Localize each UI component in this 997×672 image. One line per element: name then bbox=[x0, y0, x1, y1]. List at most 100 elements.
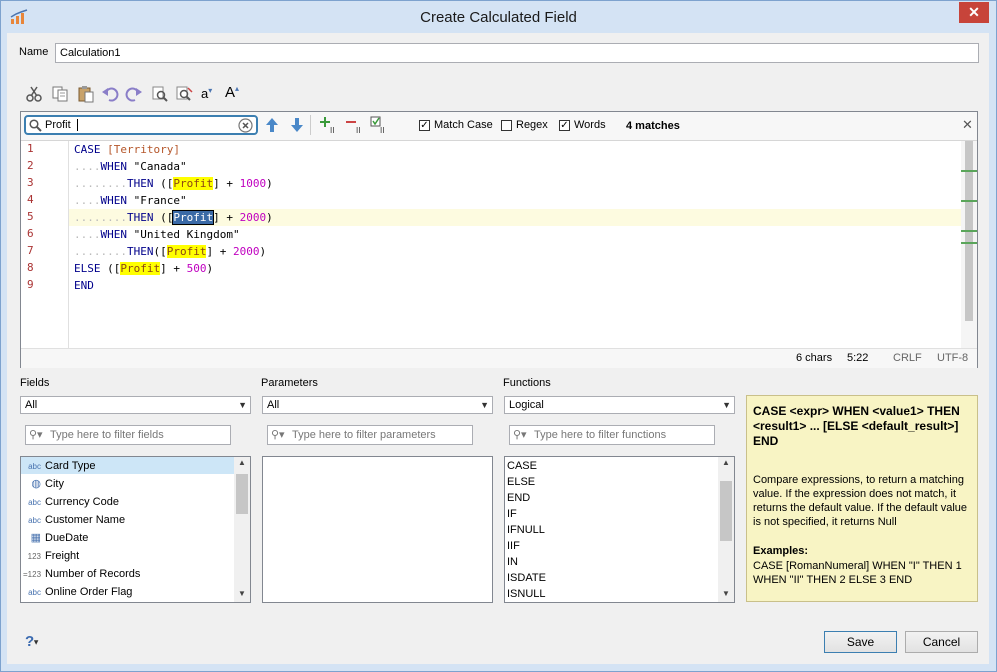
function-signature: CASE <expr> WHEN <value1> THEN <result1>… bbox=[753, 404, 960, 448]
regex-checkbox[interactable] bbox=[501, 120, 512, 131]
select-all-matches-icon[interactable]: II bbox=[370, 116, 388, 134]
increase-font-icon[interactable]: A▴ bbox=[225, 84, 243, 102]
scroll-down-icon[interactable]: ▼ bbox=[238, 589, 246, 598]
remove-cursor-icon[interactable]: II bbox=[345, 116, 363, 134]
chevron-down-icon: ▼ bbox=[722, 400, 731, 410]
match-marker bbox=[961, 170, 977, 172]
words-label: Words bbox=[574, 119, 606, 131]
save-button[interactable]: Save bbox=[824, 631, 897, 653]
scroll-up-icon[interactable]: ▲ bbox=[238, 458, 246, 467]
add-cursor-icon[interactable]: II bbox=[319, 116, 337, 134]
string-type-icon: abc bbox=[28, 588, 41, 597]
parameters-type-combo[interactable]: All ▼ bbox=[262, 396, 493, 414]
functions-filter-input[interactable]: ⚲▾ Type here to filter functions bbox=[509, 425, 715, 445]
dialog-window: Create Calculated Field ✕ Name Calculati… bbox=[0, 0, 997, 672]
svg-text:II: II bbox=[330, 126, 334, 134]
code-line: ........THEN([Profit] + 2000) bbox=[74, 245, 267, 258]
parameters-list[interactable] bbox=[262, 456, 493, 603]
find-next-icon[interactable] bbox=[290, 117, 304, 133]
decrease-font-icon[interactable]: a▾ bbox=[201, 86, 219, 104]
scroll-down-icon[interactable]: ▼ bbox=[722, 589, 730, 598]
copy-icon[interactable] bbox=[51, 85, 69, 103]
search-icon: ⚲▾ bbox=[513, 429, 527, 441]
fields-scrollbar[interactable]: ▲ ▼ bbox=[234, 457, 250, 602]
search-icon: ⚲▾ bbox=[271, 429, 285, 441]
functions-list[interactable]: CASE ELSE END IF IFNULL IIF IN ISDATE IS… bbox=[504, 456, 735, 603]
match-case-label: Match Case bbox=[434, 119, 493, 131]
functions-scrollbar-thumb[interactable] bbox=[720, 481, 732, 541]
list-item[interactable]: ▦ DueDate bbox=[23, 529, 89, 547]
scissors-icon[interactable] bbox=[25, 85, 43, 103]
svg-text:II: II bbox=[380, 126, 384, 134]
parameters-combo-value: All bbox=[267, 399, 280, 411]
function-description: Compare expressions, to return a matchin… bbox=[753, 474, 968, 528]
selection-char-count: 6 chars bbox=[796, 352, 833, 364]
fields-filter-input[interactable]: ⚲▾ Type here to filter fields bbox=[25, 425, 231, 445]
replace-icon[interactable] bbox=[175, 85, 193, 103]
number-type-icon: 123 bbox=[27, 552, 41, 561]
list-item[interactable]: 123 Freight bbox=[23, 547, 80, 565]
cancel-button[interactable]: Cancel bbox=[905, 631, 978, 653]
list-item[interactable]: ◍ City bbox=[23, 475, 64, 493]
line-number: 3 bbox=[27, 176, 34, 189]
formula-editor[interactable]: Profit II II II ✓ Match Case Regex ✓ Wor… bbox=[20, 111, 978, 368]
list-item[interactable]: abc Online Order Flag bbox=[23, 583, 132, 601]
fields-filter-placeholder: Type here to filter fields bbox=[50, 429, 164, 441]
line-number: 1 bbox=[27, 142, 34, 155]
code-area[interactable]: CASE [Territory] ....WHEN "Canada" .....… bbox=[74, 141, 969, 292]
field-name: Card Type bbox=[45, 460, 96, 472]
functions-filter-placeholder: Type here to filter functions bbox=[534, 429, 667, 441]
scroll-up-icon[interactable]: ▲ bbox=[722, 458, 730, 467]
increase-font-glyph: A bbox=[225, 84, 236, 101]
fields-type-combo[interactable]: All ▼ bbox=[20, 396, 251, 414]
code-line: CASE [Territory] bbox=[74, 143, 180, 156]
find-previous-icon[interactable] bbox=[265, 117, 279, 133]
line-number: 7 bbox=[27, 244, 34, 257]
undo-icon[interactable] bbox=[101, 85, 119, 103]
chevron-down-icon: ▼ bbox=[480, 400, 489, 410]
fields-scrollbar-thumb[interactable] bbox=[236, 474, 248, 514]
help-glyph: ? bbox=[25, 633, 35, 650]
help-icon[interactable]: ?▾ bbox=[25, 633, 38, 650]
find-icon[interactable] bbox=[151, 85, 169, 103]
fields-label: Fields bbox=[20, 377, 50, 389]
dialog-title: Create Calculated Field bbox=[420, 9, 577, 26]
list-item[interactable]: abc Card Type bbox=[23, 457, 96, 475]
field-name: Number of Records bbox=[45, 568, 141, 580]
match-case-checkbox[interactable]: ✓ bbox=[419, 120, 430, 131]
match-marker bbox=[961, 200, 977, 202]
geo-type-icon: ◍ bbox=[31, 478, 41, 490]
paste-icon[interactable] bbox=[77, 85, 95, 103]
list-item[interactable]: =123 Number of Records bbox=[23, 565, 140, 583]
line-ending: CRLF bbox=[893, 352, 922, 364]
name-label: Name bbox=[19, 46, 49, 58]
find-bar: Profit II II II ✓ Match Case Regex ✓ Wor… bbox=[21, 112, 977, 141]
close-button[interactable]: ✕ bbox=[959, 2, 989, 23]
words-checkbox[interactable]: ✓ bbox=[559, 120, 570, 131]
close-find-icon[interactable]: ✕ bbox=[962, 117, 973, 133]
find-input[interactable]: Profit bbox=[24, 115, 258, 135]
line-number: 9 bbox=[27, 278, 34, 291]
code-line: ....WHEN "United Kingdom" bbox=[74, 228, 240, 241]
calculated-number-type-icon: =123 bbox=[23, 570, 42, 579]
fields-combo-value: All bbox=[25, 399, 38, 411]
string-type-icon: abc bbox=[28, 498, 41, 507]
match-count: 4 matches bbox=[626, 120, 680, 132]
list-item[interactable]: abc Currency Code bbox=[23, 493, 119, 511]
fields-list[interactable]: abc Card Type ◍ City abc Currency Code abc C… bbox=[20, 456, 251, 603]
code-line: ELSE ([Profit] + 500) bbox=[74, 262, 214, 275]
field-name: Online Order Flag bbox=[45, 586, 133, 598]
list-item[interactable]: ISNULL bbox=[507, 585, 546, 602]
clear-search-icon[interactable] bbox=[238, 118, 253, 133]
functions-category-combo[interactable]: Logical ▼ bbox=[504, 396, 735, 414]
functions-scrollbar[interactable]: ▲ ▼ bbox=[718, 457, 734, 602]
cursor-position: 5:22 bbox=[847, 352, 869, 364]
name-input[interactable]: Calculation1 bbox=[55, 43, 979, 63]
toolbar-divider bbox=[310, 115, 311, 135]
parameters-filter-input[interactable]: ⚲▾ Type here to filter parameters bbox=[267, 425, 473, 445]
code-line: ........THEN ([Profit] + 1000) bbox=[74, 177, 273, 190]
editor-scrollbar[interactable] bbox=[961, 141, 977, 348]
redo-icon[interactable] bbox=[125, 85, 143, 103]
list-item[interactable]: abc Customer Name bbox=[23, 511, 125, 529]
match-marker bbox=[961, 242, 977, 244]
